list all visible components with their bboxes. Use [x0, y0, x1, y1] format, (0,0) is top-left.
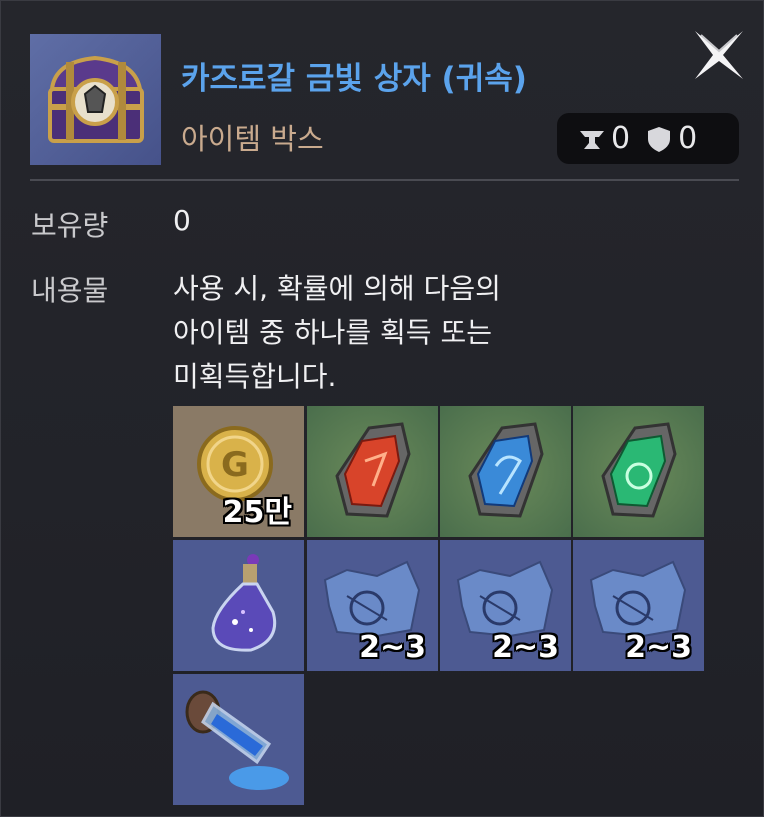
owned-value: 0	[173, 204, 191, 237]
anvil-count: 0	[611, 121, 631, 156]
green-crystal-icon	[601, 422, 677, 518]
reward-grid: G 25만 2~3 2~3 2~3	[173, 406, 706, 805]
item-thumbnail	[30, 34, 161, 165]
reward-slot-scroll-1[interactable]: 2~3	[307, 540, 438, 671]
anvil-icon	[580, 130, 604, 149]
reward-slot-scroll-2[interactable]: 2~3	[440, 540, 571, 671]
divider	[30, 179, 739, 181]
red-crystal-icon	[335, 422, 411, 518]
contents-label: 내용물	[31, 274, 109, 307]
counters-box: 0 0	[557, 113, 739, 164]
reward-slot-gold[interactable]: G 25만	[173, 406, 304, 537]
shield-count: 0	[678, 121, 698, 156]
contents-description: 사용 시, 확률에 의해 다음의 아이템 중 하나를 획득 또는 미획득합니다.	[173, 272, 501, 393]
reward-slot-red-crystal[interactable]	[307, 406, 438, 537]
reward-quantity: 25만	[222, 495, 292, 530]
item-tooltip-panel: 카즈로갈 금빛 상자 (귀속) 아이템 박스 0 0 보유량 0 내용물 사용 …	[0, 0, 764, 817]
reward-slot-powder[interactable]	[173, 674, 304, 805]
reward-slot-green-crystal[interactable]	[573, 406, 704, 537]
reward-quantity: 2~3	[492, 630, 559, 665]
powder-vial-icon	[185, 690, 289, 790]
treasure-chest-icon	[48, 55, 144, 143]
reward-slot-scroll-3[interactable]: 2~3	[573, 540, 704, 671]
reward-quantity: 2~3	[359, 630, 426, 665]
svg-text:G: G	[221, 445, 249, 485]
reward-slot-potion[interactable]	[173, 540, 304, 671]
close-button[interactable]	[691, 27, 747, 83]
reward-quantity: 2~3	[625, 630, 692, 665]
reward-slot-blue-crystal[interactable]	[440, 406, 571, 537]
blue-crystal-icon	[468, 422, 544, 518]
owned-label: 보유량	[31, 209, 109, 242]
shield-icon	[648, 126, 671, 152]
item-title: 카즈로갈 금빛 상자 (귀속)	[181, 61, 527, 97]
item-type: 아이템 박스	[181, 122, 324, 156]
close-icon	[695, 31, 743, 79]
potion-flask-icon	[211, 554, 277, 652]
